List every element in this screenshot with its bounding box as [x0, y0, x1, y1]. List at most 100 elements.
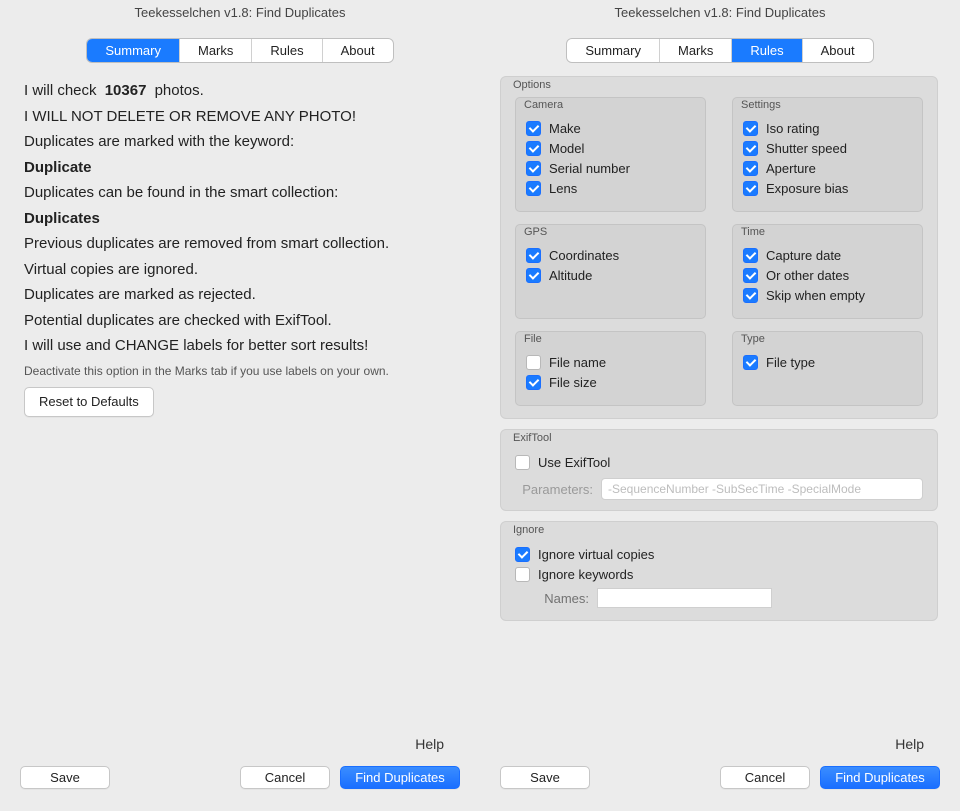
check-filetype[interactable] [743, 355, 758, 370]
check-skipempty[interactable] [743, 288, 758, 303]
tab-summary[interactable]: Summary [567, 39, 659, 62]
tab-about[interactable]: About [802, 39, 873, 62]
check-coords[interactable] [526, 248, 541, 263]
window-rules: Teekesselchen v1.8: Find Duplicates Summ… [480, 0, 960, 811]
sub-file: File File name File size [515, 331, 706, 406]
cancel-button[interactable]: Cancel [240, 766, 330, 789]
sub-time: Time Capture date Or other dates Skip wh… [732, 224, 923, 319]
summary-hint: Deactivate this option in the Marks tab … [24, 361, 452, 381]
tab-rules[interactable]: Rules [731, 39, 801, 62]
label-filesize: File size [549, 375, 597, 390]
check-filename[interactable] [526, 355, 541, 370]
save-button[interactable]: Save [20, 766, 110, 789]
help-link[interactable]: Help [895, 736, 924, 752]
check-aperture[interactable] [743, 161, 758, 176]
photo-count: 10367 [105, 82, 147, 99]
check-ignore-virtual[interactable] [515, 547, 530, 562]
summary-keyword: Duplicate [24, 155, 452, 181]
check-filesize[interactable] [526, 375, 541, 390]
label-shutter: Shutter speed [766, 141, 847, 156]
summary-rejected: Duplicates are marked as rejected. [24, 282, 452, 308]
check-otherdates[interactable] [743, 268, 758, 283]
tab-marks[interactable]: Marks [659, 39, 731, 62]
group-options-label: Options [513, 79, 551, 91]
summary-nodelete: I WILL NOT DELETE OR REMOVE ANY PHOTO! [24, 104, 452, 130]
group-ignore: Ignore Ignore virtual copies Ignore keyw… [500, 521, 938, 621]
label-serial: Serial number [549, 161, 630, 176]
label-alt: Altitude [549, 268, 592, 283]
label-lens: Lens [549, 181, 577, 196]
tab-marks[interactable]: Marks [179, 39, 251, 62]
find-duplicates-button[interactable]: Find Duplicates [340, 766, 460, 789]
window-summary: Teekesselchen v1.8: Find Duplicates Summ… [0, 0, 480, 811]
summary-virtcopies: Virtual copies are ignored. [24, 257, 452, 283]
label-skipempty: Skip when empty [766, 288, 865, 303]
window-title: Teekesselchen v1.8: Find Duplicates [480, 0, 960, 25]
sub-gps-label: GPS [524, 226, 547, 238]
reset-defaults-button[interactable]: Reset to Defaults [24, 387, 154, 417]
label-iso: Iso rating [766, 121, 819, 136]
label-filetype: File type [766, 355, 815, 370]
label-capture: Capture date [766, 248, 841, 263]
check-lens[interactable] [526, 181, 541, 196]
label-otherdates: Or other dates [766, 268, 849, 283]
tab-summary[interactable]: Summary [87, 39, 179, 62]
label-filename: File name [549, 355, 606, 370]
check-shutter[interactable] [743, 141, 758, 156]
check-alt[interactable] [526, 268, 541, 283]
group-options: Options Camera Make Model Serial number … [500, 76, 938, 419]
sub-camera: Camera Make Model Serial number Lens [515, 97, 706, 212]
sub-time-label: Time [741, 226, 765, 238]
check-capture[interactable] [743, 248, 758, 263]
summary-prevdup: Previous duplicates are removed from sma… [24, 231, 452, 257]
check-use-exiftool[interactable] [515, 455, 530, 470]
summary-exiftool: Potential duplicates are checked with Ex… [24, 308, 452, 334]
check-iso[interactable] [743, 121, 758, 136]
label-model: Model [549, 141, 584, 156]
summary-labels: I will use and CHANGE labels for better … [24, 333, 452, 359]
group-exiftool-label: ExifTool [513, 432, 552, 444]
summary-line1a: I will check [24, 82, 97, 99]
summary-keyword-intro: Duplicates are marked with the keyword: [24, 129, 452, 155]
window-title: Teekesselchen v1.8: Find Duplicates [0, 0, 480, 25]
find-duplicates-button[interactable]: Find Duplicates [820, 766, 940, 789]
footer: Save Cancel Find Duplicates [20, 760, 460, 801]
summary-panel: I will check 10367 photos. I WILL NOT DE… [20, 76, 460, 760]
label-make: Make [549, 121, 581, 136]
label-use-exiftool: Use ExifTool [538, 455, 610, 470]
tab-rules[interactable]: Rules [251, 39, 321, 62]
label-expbias: Exposure bias [766, 181, 848, 196]
sub-camera-label: Camera [524, 99, 563, 111]
exif-params-label: Parameters: [515, 482, 593, 497]
check-model[interactable] [526, 141, 541, 156]
tab-bar: Summary Marks Rules About [87, 39, 392, 62]
sub-type-label: Type [741, 333, 765, 345]
ignore-names-input[interactable] [597, 588, 772, 608]
rules-panel: Options Camera Make Model Serial number … [500, 76, 940, 760]
cancel-button[interactable]: Cancel [720, 766, 810, 789]
check-serial[interactable] [526, 161, 541, 176]
label-ignore-virtual: Ignore virtual copies [538, 547, 654, 562]
check-expbias[interactable] [743, 181, 758, 196]
save-button[interactable]: Save [500, 766, 590, 789]
footer: Save Cancel Find Duplicates [500, 760, 940, 801]
summary-collection: Duplicates [24, 206, 452, 232]
sub-gps: GPS Coordinates Altitude [515, 224, 706, 319]
help-link[interactable]: Help [415, 736, 444, 752]
label-coords: Coordinates [549, 248, 619, 263]
tab-about[interactable]: About [322, 39, 393, 62]
summary-line1b: photos. [155, 82, 204, 99]
check-make[interactable] [526, 121, 541, 136]
ignore-names-label: Names: [537, 591, 589, 606]
sub-settings-label: Settings [741, 99, 781, 111]
sub-settings: Settings Iso rating Shutter speed Apertu… [732, 97, 923, 212]
sub-type: Type File type [732, 331, 923, 406]
exif-params-input[interactable]: -SequenceNumber -SubSecTime -SpecialMode [601, 478, 923, 500]
sub-file-label: File [524, 333, 542, 345]
summary-collection-intro: Duplicates can be found in the smart col… [24, 180, 452, 206]
group-ignore-label: Ignore [513, 524, 544, 536]
tab-bar: Summary Marks Rules About [567, 39, 872, 62]
label-aperture: Aperture [766, 161, 816, 176]
label-ignore-keywords: Ignore keywords [538, 567, 633, 582]
check-ignore-keywords[interactable] [515, 567, 530, 582]
